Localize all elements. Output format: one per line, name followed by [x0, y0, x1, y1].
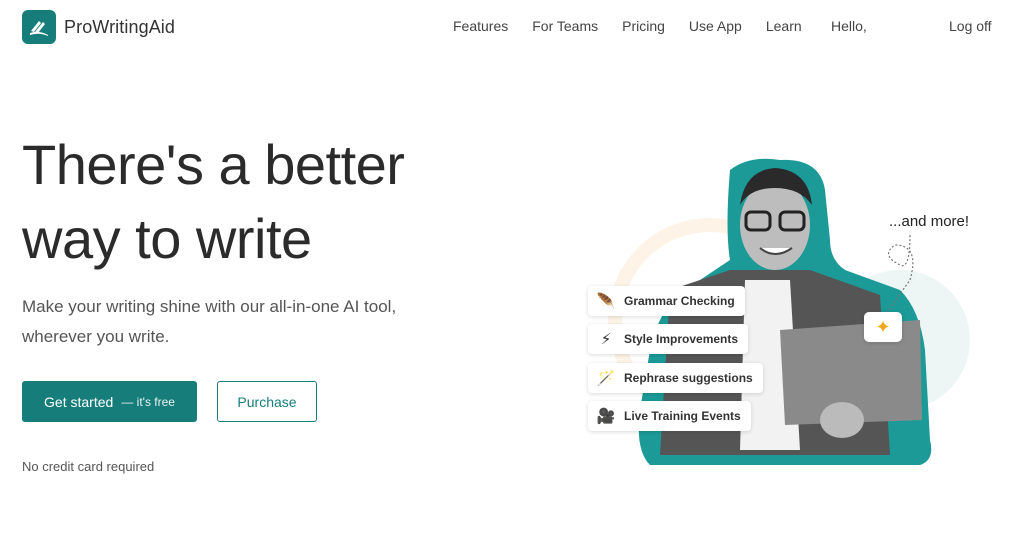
book-logo-icon: [22, 10, 56, 44]
brand-logo[interactable]: ProWritingAid: [22, 10, 175, 44]
nav-link-for-teams[interactable]: For Teams: [532, 18, 598, 34]
nav-links: Features For Teams Pricing Use App Learn: [453, 18, 826, 34]
free-note: — it's free: [121, 394, 175, 409]
hand: [820, 402, 864, 438]
user-greeting[interactable]: Hello,: [831, 18, 867, 34]
feature-style-improvements: ⚡ Style Improvements: [588, 324, 749, 354]
get-started-button[interactable]: Get started — it's free: [22, 381, 197, 422]
hero-subtitle-line1: Make your writing shine with our all-in-…: [22, 297, 397, 316]
feature-live-training-events: 🎥 Live Training Events: [588, 401, 751, 431]
feature-label: Grammar Checking: [624, 294, 735, 308]
nav-link-use-app[interactable]: Use App: [689, 18, 742, 34]
quill-icon: 🪶: [596, 293, 616, 310]
no-credit-card-note: No credit card required: [22, 459, 155, 474]
lightning-icon: ⚡: [600, 331, 612, 348]
hero-subtitle-line2: wherever you write.: [22, 327, 170, 346]
magic-wand-icon: 🪄: [596, 370, 616, 387]
sparkle-icon: ✦: [864, 312, 902, 342]
feature-grammar-checking: 🪶 Grammar Checking: [588, 286, 745, 316]
and-more-caption: ...and more!: [889, 213, 970, 230]
top-navigation: ProWritingAid Features For Teams Pricing…: [0, 0, 1024, 54]
hero-title: There's a better way to write: [22, 128, 405, 276]
get-started-label: Get started: [44, 393, 114, 410]
nav-link-learn[interactable]: Learn: [766, 18, 802, 34]
video-camera-icon: 🎥: [596, 408, 616, 425]
feature-label: Style Improvements: [624, 332, 739, 346]
purchase-button[interactable]: Purchase: [217, 381, 317, 422]
nav-link-pricing[interactable]: Pricing: [622, 18, 665, 34]
hero-subtitle: Make your writing shine with our all-in-…: [22, 292, 442, 352]
brand-name: ProWritingAid: [64, 16, 176, 37]
feature-rephrase-suggestions: 🪄 Rephrase suggestions: [588, 363, 763, 393]
log-off-link[interactable]: Log off: [949, 18, 992, 34]
hero-title-line1: There's a better: [22, 133, 405, 196]
nav-link-features[interactable]: Features: [453, 18, 508, 34]
hero-title-line2: way to write: [22, 207, 312, 270]
feature-label: Rephrase suggestions: [624, 371, 753, 385]
feature-label: Live Training Events: [624, 409, 741, 423]
